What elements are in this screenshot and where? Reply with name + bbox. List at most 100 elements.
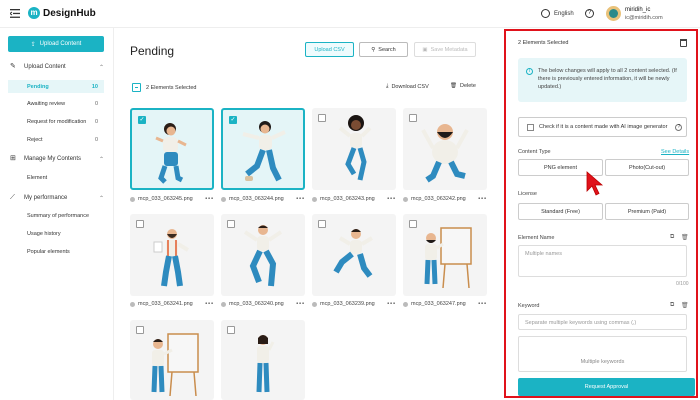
- more-options-icon[interactable]: •••: [205, 196, 214, 202]
- content-type-photo-option[interactable]: Photo(Cut-out): [605, 159, 689, 176]
- save-metadata-label: Save Metadata: [430, 46, 468, 53]
- more-options-icon[interactable]: •••: [387, 196, 396, 202]
- sidebar-item-reject[interactable]: Reject 0: [8, 133, 104, 146]
- more-options-icon[interactable]: •••: [205, 301, 214, 307]
- chevron-up-icon: ⌃: [98, 195, 104, 202]
- user-name: miridih_ic: [625, 7, 651, 13]
- element-name-field[interactable]: Multiple names: [518, 245, 687, 277]
- card-checkbox[interactable]: [136, 220, 144, 228]
- trash-icon[interactable]: 🗑: [681, 234, 689, 241]
- see-details-link[interactable]: See Details: [661, 149, 689, 155]
- menu-collapse-icon[interactable]: [10, 9, 20, 18]
- file-status-icon: [312, 301, 317, 307]
- more-options-icon[interactable]: •••: [478, 301, 487, 307]
- card-caption: mcp_033_063239.png •••: [312, 301, 396, 307]
- file-name: mcp_033_063247.png: [411, 301, 466, 307]
- character-illustration: [333, 229, 374, 278]
- download-csv-button[interactable]: ⤓ Download CSV: [386, 83, 429, 90]
- content-card[interactable]: [221, 214, 305, 296]
- selected-count: 2 Elements Selected: [146, 84, 197, 91]
- sidebar-item-element[interactable]: Element: [8, 171, 104, 184]
- character-illustration: [153, 229, 190, 287]
- bulk-edit-panel: 2 Elements Selected i The below changes …: [504, 29, 698, 398]
- content-card[interactable]: ✓: [221, 108, 305, 190]
- request-approval-button[interactable]: Request Approval: [518, 378, 695, 396]
- sidebar-item-label: Pending: [27, 83, 49, 90]
- select-all-checkbox[interactable]: [132, 83, 141, 92]
- help-icon[interactable]: ?: [675, 123, 683, 131]
- upload-csv-button[interactable]: Upload CSV: [305, 42, 354, 57]
- ai-generated-checkbox-row[interactable]: Check if it is a content made with AI im…: [518, 117, 687, 137]
- content-card[interactable]: [403, 108, 487, 190]
- character-illustration: [424, 227, 472, 289]
- sidebar-item-label: Popular elements: [27, 248, 70, 255]
- sidebar-item-label: Element: [27, 174, 48, 181]
- ai-generated-checkbox[interactable]: [527, 123, 534, 131]
- selection-bar: 2 Elements Selected: [132, 83, 196, 92]
- nav-section-manage[interactable]: ⊞ Manage My Contents ⌃: [10, 155, 104, 163]
- file-status-icon: [403, 196, 408, 202]
- more-options-icon[interactable]: •••: [478, 196, 487, 202]
- content-card[interactable]: [403, 214, 487, 296]
- license-premium-option[interactable]: Premium (Paid): [605, 203, 689, 220]
- save-metadata-button[interactable]: ▣ Save Metadata: [414, 42, 476, 57]
- upload-content-button[interactable]: ⇪ Upload Content: [8, 36, 104, 52]
- content-card[interactable]: ✓: [130, 108, 214, 190]
- sidebar-item-summary[interactable]: Summary of performance: [8, 209, 104, 222]
- delete-button[interactable]: 🗑 Delete: [450, 83, 476, 89]
- main-content: Pending Upload CSV ⚲ Search ▣ Save Metad…: [114, 28, 502, 400]
- card-checkbox[interactable]: [227, 326, 235, 334]
- trash-icon[interactable]: [680, 39, 687, 47]
- avatar[interactable]: [606, 6, 621, 21]
- content-card[interactable]: [221, 320, 305, 400]
- copy-icon[interactable]: ⧉: [670, 302, 674, 309]
- more-options-icon[interactable]: •••: [296, 301, 305, 307]
- language-selector[interactable]: English: [541, 9, 574, 18]
- trash-icon: 🗑: [450, 83, 457, 89]
- grid-icon: ⊞: [10, 155, 16, 162]
- user-info[interactable]: miridih_ic ic@miridih.com: [625, 6, 663, 22]
- upload-content-label: Upload Content: [39, 41, 82, 47]
- character-illustration: [338, 115, 372, 181]
- search-button[interactable]: ⚲ Search: [359, 42, 408, 57]
- logo[interactable]: m DesignHub: [28, 7, 96, 19]
- content-card[interactable]: [130, 320, 214, 400]
- keyword-input[interactable]: Separate multiple keywords using commas …: [518, 314, 687, 330]
- sidebar-item-count: 0: [94, 100, 98, 107]
- sidebar-item-request-modification[interactable]: Request for modification 0: [8, 115, 104, 128]
- card-caption: mcp_033_063245.png •••: [130, 196, 214, 202]
- character-illustration: [256, 335, 275, 393]
- content-card[interactable]: [312, 108, 396, 190]
- sidebar-item-pending[interactable]: Pending 10: [8, 80, 104, 93]
- license-standard-option[interactable]: Standard (Free): [518, 203, 603, 220]
- card-checkbox[interactable]: [227, 220, 235, 228]
- sidebar-item-popular[interactable]: Popular elements: [8, 245, 104, 258]
- delete-label: Delete: [459, 83, 476, 89]
- card-checkbox[interactable]: [318, 220, 326, 228]
- content-card[interactable]: [312, 214, 396, 296]
- sidebar-item-awaiting-review[interactable]: Awaiting review 0: [8, 97, 104, 110]
- chevron-up-icon: ⌃: [98, 64, 104, 71]
- nav-section-upload[interactable]: ✎ Upload Content ⌃: [10, 63, 104, 71]
- page-title: Pending: [130, 44, 175, 58]
- more-options-icon[interactable]: •••: [296, 196, 305, 202]
- download-icon: ⤓: [386, 83, 389, 89]
- card-checkbox[interactable]: [409, 114, 417, 122]
- license-label: License: [518, 191, 537, 197]
- content-card[interactable]: [130, 214, 214, 296]
- copy-icon[interactable]: ⧉: [670, 234, 674, 241]
- help-icon[interactable]: ?: [585, 9, 594, 18]
- chart-line-icon: ⟋: [10, 194, 15, 201]
- globe-icon: [541, 9, 550, 18]
- more-options-icon[interactable]: •••: [387, 301, 396, 307]
- card-checkbox[interactable]: ✓: [138, 116, 146, 124]
- trash-icon[interactable]: 🗑: [681, 302, 689, 309]
- keyword-list-area[interactable]: Multiple keywords: [518, 336, 687, 372]
- card-checkbox[interactable]: [318, 114, 326, 122]
- nav-section-performance[interactable]: ⟋ My performance ⌃: [10, 194, 104, 202]
- language-label: English: [554, 10, 574, 17]
- info-notice: i The below changes will apply to all 2 …: [518, 58, 687, 102]
- character-illustration: [155, 123, 187, 184]
- file-status-icon: [130, 196, 135, 202]
- sidebar-item-usage-history[interactable]: Usage history: [8, 227, 104, 240]
